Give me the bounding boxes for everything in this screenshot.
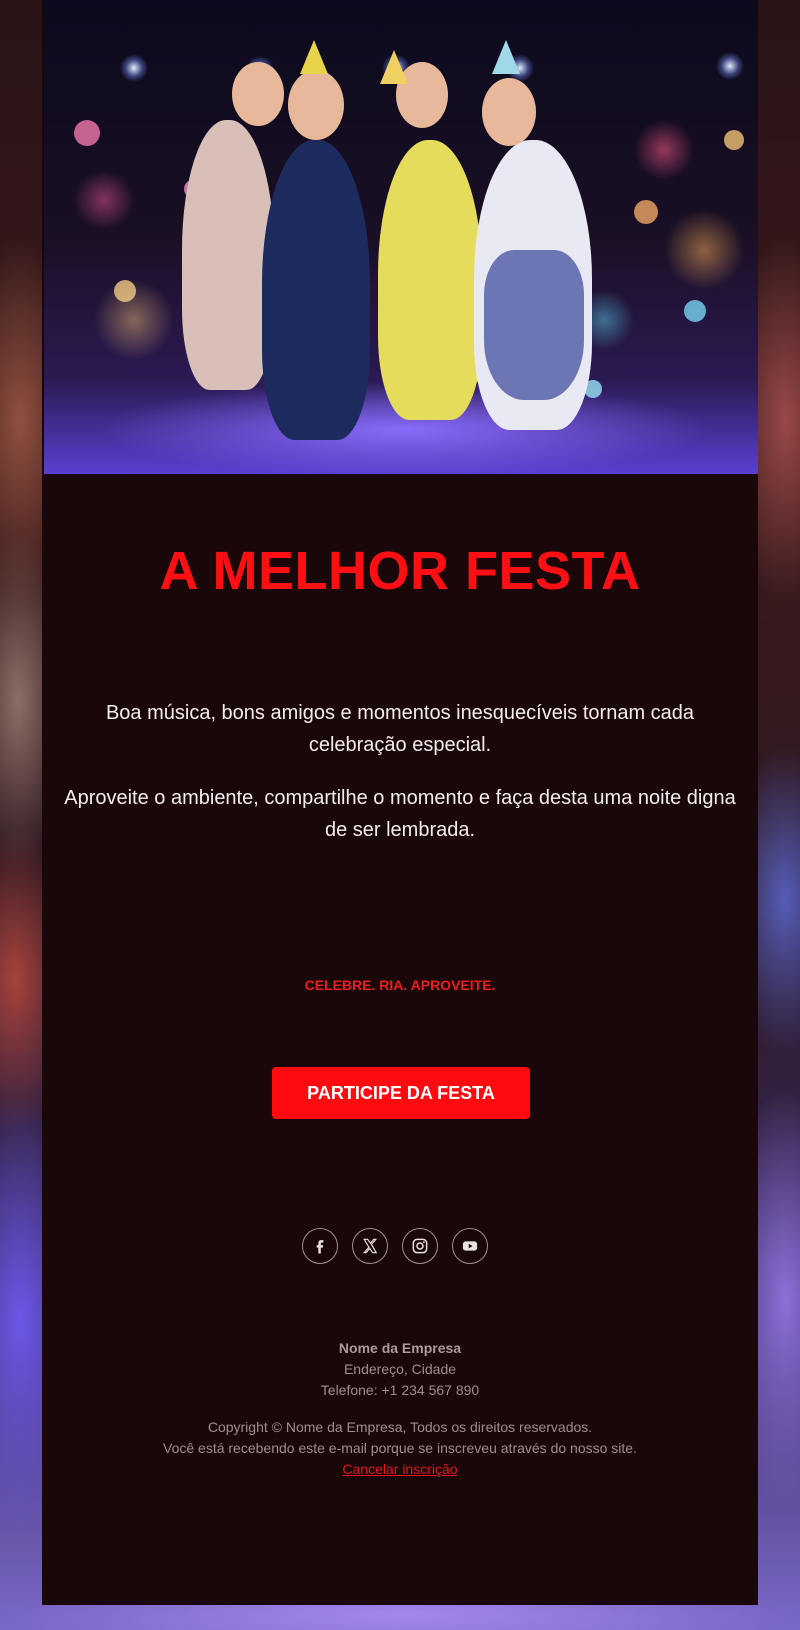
social-links <box>302 1228 502 1268</box>
instagram-icon[interactable] <box>402 1228 438 1264</box>
footer-phone: Telefone: +1 234 567 890 <box>320 1382 480 1398</box>
bokeh-light <box>74 120 100 146</box>
party-hat-icon <box>380 50 408 84</box>
footer-legal-block: Copyright © Nome da Empresa, Todos os di… <box>42 1417 758 1480</box>
party-guest-head <box>482 78 536 146</box>
party-guest-dress-pattern <box>484 250 584 400</box>
bokeh-light <box>724 130 744 150</box>
party-guest <box>378 140 482 420</box>
tagline: CELEBRE. RIA. APROVEITE. <box>304 977 496 993</box>
footer-copyright: Copyright © Nome da Empresa, Todos os di… <box>207 1419 593 1435</box>
join-party-button[interactable]: PARTICIPE DA FESTA <box>272 1067 530 1119</box>
footer-notice: Você está recebendo este e-mail porque s… <box>163 1440 637 1456</box>
party-guest <box>262 140 370 440</box>
headline: A MELHOR FESTA <box>159 541 641 601</box>
x-icon[interactable] <box>352 1228 388 1264</box>
footer-address: Endereço, Cidade <box>343 1361 457 1377</box>
bokeh-light <box>114 280 136 302</box>
bokeh-light <box>684 300 706 322</box>
hero-image <box>44 0 758 474</box>
party-hat-icon <box>300 40 328 74</box>
unsubscribe-link[interactable]: Cancelar inscrição <box>342 1461 457 1477</box>
party-guest <box>182 120 274 390</box>
party-guest-head <box>288 70 344 140</box>
party-guest-head <box>232 62 284 126</box>
body-paragraph-2: Aproveite o ambiente, compartilhe o mome… <box>64 787 736 841</box>
facebook-icon[interactable] <box>302 1228 338 1264</box>
bokeh-light <box>634 200 658 224</box>
footer-address-block: Nome da Empresa Endereço, Cidade Telefon… <box>42 1338 758 1401</box>
party-hat-icon <box>492 40 520 74</box>
youtube-icon[interactable] <box>452 1228 488 1264</box>
footer-company-name: Nome da Empresa <box>338 1340 462 1356</box>
body-paragraph-1: Boa música, bons amigos e momentos inesq… <box>105 702 695 756</box>
email-container: A MELHOR FESTA Boa música, bons amigos e… <box>42 0 758 1605</box>
